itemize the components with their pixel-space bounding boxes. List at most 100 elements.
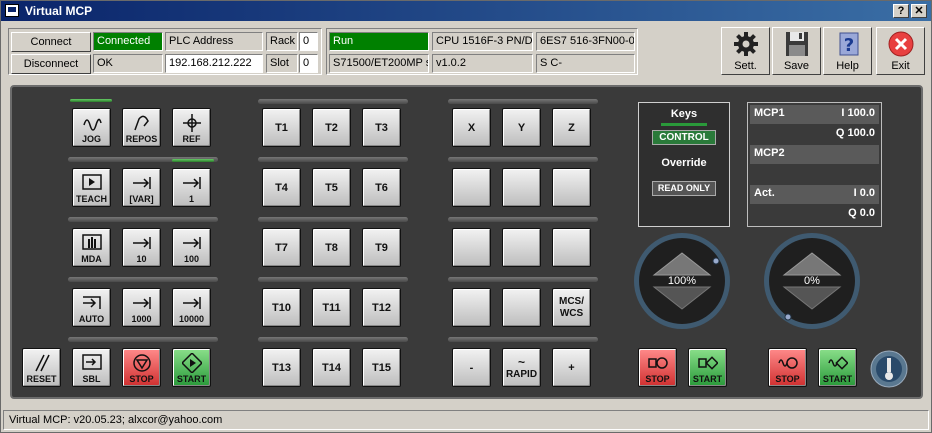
tool-key-t4[interactable]: T4 [262, 168, 301, 207]
cycle-start-key[interactable]: START [172, 348, 211, 387]
rack-input[interactable]: 0 [299, 32, 318, 51]
repos-key[interactable]: REPOS [122, 108, 161, 147]
axis-blank-key[interactable] [552, 168, 591, 207]
cycle-stop-key[interactable]: STOP [122, 348, 161, 387]
exit-button[interactable]: Exit [876, 27, 925, 75]
spindle-override-value: 0% [804, 275, 820, 287]
feed-start-key[interactable]: START [688, 348, 727, 387]
increment-arrow-icon [133, 237, 151, 249]
feed-stop-key[interactable]: STOP [638, 348, 677, 387]
floppy-disk-icon [786, 32, 808, 56]
plc-address-input[interactable]: 192.168.212.222 [165, 54, 263, 73]
axis-blank-key[interactable] [452, 288, 491, 327]
read-only-badge[interactable]: READ ONLY [652, 181, 716, 196]
inc10000-key[interactable]: 10000 [172, 288, 211, 327]
crosshair-icon [183, 114, 201, 132]
separator [68, 217, 218, 222]
rapid-label: RAPID [505, 369, 538, 380]
feed-stop-label: STOP [645, 374, 670, 384]
jog-wave-icon [83, 118, 102, 131]
tool-key-t3[interactable]: T3 [362, 108, 401, 147]
rapid-key[interactable]: ~ RAPID [502, 348, 541, 387]
teach-label: TEACH [76, 194, 107, 204]
axis-blank-key[interactable] [452, 228, 491, 267]
separator [448, 99, 598, 104]
help-title-button[interactable]: ? [893, 4, 909, 18]
sbl-label: SBL [82, 374, 101, 384]
inc100-key[interactable]: 100 [172, 228, 211, 267]
slot-input[interactable]: 0 [299, 54, 318, 73]
axis-y-key[interactable]: Y [502, 108, 541, 147]
axis-x-label: X [467, 121, 476, 134]
auto-key[interactable]: AUTO [72, 288, 111, 327]
axis-blank-key[interactable] [502, 288, 541, 327]
tool-key-label: T14 [322, 361, 341, 374]
mcs-wcs-key[interactable]: MCS/ WCS [552, 288, 591, 327]
var-key[interactable]: [VAR] [122, 168, 161, 207]
reset-key[interactable]: RESET [22, 348, 61, 387]
act-row: Act. I 0.0 [750, 185, 879, 204]
repos-curve-icon [134, 115, 149, 131]
mda-key[interactable]: MDA [72, 228, 111, 267]
start-label: START [176, 374, 207, 384]
tool-key-t6[interactable]: T6 [362, 168, 401, 207]
repos-label: REPOS [125, 134, 158, 144]
spindle-stop-key[interactable]: STOP [768, 348, 807, 387]
tool-key-t5[interactable]: T5 [312, 168, 351, 207]
spindle-stop-label: STOP [775, 374, 800, 384]
separator [448, 157, 598, 162]
disconnect-button[interactable]: Disconnect [11, 54, 91, 74]
plc-address-label: PLC Address [165, 32, 263, 51]
axis-x-key[interactable]: X [452, 108, 491, 147]
tool-key-t11[interactable]: T11 [312, 288, 351, 327]
tool-key-t8[interactable]: T8 [312, 228, 351, 267]
tool-key-t15[interactable]: T15 [362, 348, 401, 387]
tool-key-t1[interactable]: T1 [262, 108, 301, 147]
axis-blank-key[interactable] [502, 168, 541, 207]
separator [448, 217, 598, 222]
separator [258, 157, 408, 162]
teach-hand-icon [82, 174, 102, 190]
spindle-start-key[interactable]: START [818, 348, 857, 387]
ref-key[interactable]: REF [172, 108, 211, 147]
settings-button[interactable]: Sett. [721, 27, 770, 75]
tool-key-t9[interactable]: T9 [362, 228, 401, 267]
control-badge[interactable]: CONTROL [652, 130, 716, 145]
inc1000-label: 1000 [131, 314, 152, 324]
main-window: Virtual MCP ? ✕ Connect Disconnect Conne… [0, 0, 932, 433]
feed-start-label: START [692, 374, 723, 384]
inc1-key[interactable]: 1 [172, 168, 211, 207]
axis-z-key[interactable]: Z [552, 108, 591, 147]
window-title: Virtual MCP [25, 4, 93, 18]
plus-key[interactable]: + [552, 348, 591, 387]
tool-key-t14[interactable]: T14 [312, 348, 351, 387]
title-bar: Virtual MCP ? ✕ [1, 1, 931, 21]
key-switch-knob-icon[interactable] [870, 350, 908, 388]
jog-key[interactable]: JOG [72, 108, 111, 147]
axis-blank-key[interactable] [502, 228, 541, 267]
inc1000-key[interactable]: 1000 [122, 288, 161, 327]
spindle-stop-icon [778, 357, 798, 369]
tool-key-t13[interactable]: T13 [262, 348, 301, 387]
help-button[interactable]: ? Help [823, 27, 872, 75]
act-output-row: Q 0.0 [750, 205, 879, 224]
tool-key-t10[interactable]: T10 [262, 288, 301, 327]
axis-blank-key[interactable] [452, 168, 491, 207]
sbl-key[interactable]: SBL [72, 348, 111, 387]
mcp1-output-value: Q 100.0 [835, 127, 875, 139]
tool-key-label: T11 [322, 301, 341, 314]
save-button[interactable]: Save [772, 27, 821, 75]
inc10-key[interactable]: 10 [122, 228, 161, 267]
close-window-button[interactable]: ✕ [911, 4, 927, 18]
tool-key-t2[interactable]: T2 [312, 108, 351, 147]
separator [258, 99, 408, 104]
tool-key-t12[interactable]: T12 [362, 288, 401, 327]
axis-z-label: Z [568, 121, 575, 134]
tool-key-t7[interactable]: T7 [262, 228, 301, 267]
minus-key[interactable]: - [452, 348, 491, 387]
axis-blank-key[interactable] [552, 228, 591, 267]
tool-key-label: T13 [272, 361, 291, 374]
teach-key[interactable]: TEACH [72, 168, 111, 207]
connect-button[interactable]: Connect [11, 32, 91, 52]
increment-arrow-icon [183, 237, 201, 249]
